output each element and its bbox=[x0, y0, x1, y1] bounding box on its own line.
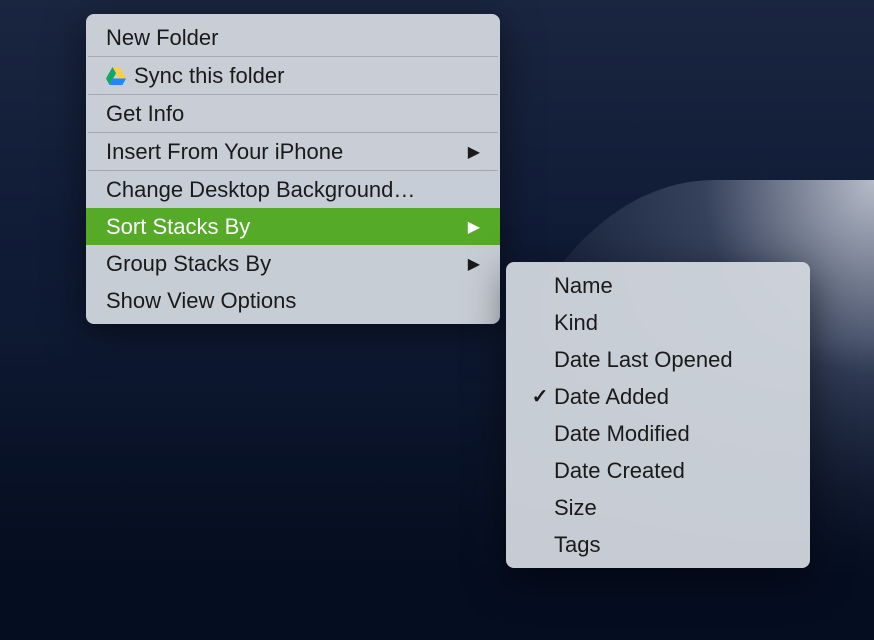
menu-item-sort-stacks-by[interactable]: Sort Stacks By ▶ bbox=[86, 208, 500, 245]
google-drive-icon bbox=[106, 67, 134, 85]
checkmark-icon: ✓ bbox=[526, 384, 554, 409]
menu-item-label: Sync this folder bbox=[134, 63, 480, 89]
menu-item-label: Sort Stacks By bbox=[106, 214, 458, 240]
menu-item-label: Show View Options bbox=[106, 288, 480, 314]
submenu-item-label: Date Modified bbox=[554, 421, 790, 447]
menu-item-show-view-options[interactable]: Show View Options bbox=[86, 282, 500, 319]
menu-item-new-folder[interactable]: New Folder bbox=[86, 19, 500, 56]
menu-item-label: Insert From Your iPhone bbox=[106, 139, 458, 165]
submenu-item-date-created[interactable]: Date Created bbox=[506, 452, 810, 489]
menu-item-label: Group Stacks By bbox=[106, 251, 458, 277]
menu-item-insert-from-iphone[interactable]: Insert From Your iPhone ▶ bbox=[86, 133, 500, 170]
menu-item-change-desktop-background[interactable]: Change Desktop Background… bbox=[86, 171, 500, 208]
submenu-item-label: Tags bbox=[554, 532, 790, 558]
submenu-arrow-icon: ▶ bbox=[458, 142, 480, 162]
submenu-arrow-icon: ▶ bbox=[458, 254, 480, 274]
menu-item-label: Get Info bbox=[106, 101, 480, 127]
submenu-item-name[interactable]: Name bbox=[506, 267, 810, 304]
menu-item-group-stacks-by[interactable]: Group Stacks By ▶ bbox=[86, 245, 500, 282]
submenu-arrow-icon: ▶ bbox=[458, 217, 480, 237]
sort-stacks-submenu: Name Kind Date Last Opened ✓ Date Added … bbox=[506, 262, 810, 568]
menu-item-label: Change Desktop Background… bbox=[106, 177, 480, 203]
submenu-item-date-last-opened[interactable]: Date Last Opened bbox=[506, 341, 810, 378]
submenu-item-label: Date Added bbox=[554, 384, 790, 410]
submenu-item-label: Date Last Opened bbox=[554, 347, 790, 373]
menu-item-sync-folder[interactable]: Sync this folder bbox=[86, 57, 500, 94]
submenu-item-size[interactable]: Size bbox=[506, 489, 810, 526]
submenu-item-tags[interactable]: Tags bbox=[506, 526, 810, 563]
submenu-item-kind[interactable]: Kind bbox=[506, 304, 810, 341]
submenu-item-label: Name bbox=[554, 273, 790, 299]
menu-item-label: New Folder bbox=[106, 25, 480, 51]
submenu-item-date-modified[interactable]: Date Modified bbox=[506, 415, 810, 452]
submenu-item-label: Size bbox=[554, 495, 790, 521]
submenu-item-date-added[interactable]: ✓ Date Added bbox=[506, 378, 810, 415]
submenu-item-label: Date Created bbox=[554, 458, 790, 484]
context-menu: New Folder Sync this folder Get Info Ins… bbox=[86, 14, 500, 324]
menu-item-get-info[interactable]: Get Info bbox=[86, 95, 500, 132]
submenu-item-label: Kind bbox=[554, 310, 790, 336]
